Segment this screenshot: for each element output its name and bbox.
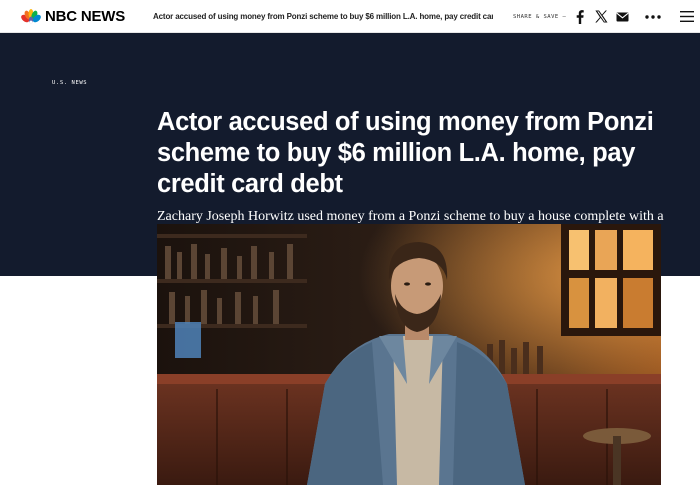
x-icon bbox=[594, 10, 607, 23]
article-headline: Actor accused of using money from Ponzi … bbox=[157, 108, 654, 198]
share-and-save-label[interactable]: SHARE & SAVE — bbox=[513, 13, 566, 21]
logo-wordmark: NBC NEWS bbox=[45, 8, 126, 25]
nbc-news-logo[interactable]: NBC NEWS bbox=[21, 8, 125, 25]
top-navigation-bar: NBC NEWS Actor accused of using money fr… bbox=[0, 0, 700, 33]
photo-illustration bbox=[157, 224, 661, 485]
lead-photo bbox=[157, 224, 661, 485]
peacock-icon bbox=[21, 9, 41, 24]
more-icon bbox=[645, 14, 661, 19]
menu-button[interactable] bbox=[679, 9, 694, 24]
nav-article-title: Actor accused of using money from Ponzi … bbox=[153, 12, 493, 21]
more-options-button[interactable] bbox=[645, 9, 661, 24]
x-share-button[interactable] bbox=[594, 9, 608, 24]
facebook-share-button[interactable] bbox=[573, 9, 587, 24]
section-kicker[interactable]: U.S. NEWS bbox=[52, 79, 87, 87]
email-share-button[interactable] bbox=[615, 9, 629, 24]
menu-icon bbox=[679, 11, 694, 22]
mail-icon bbox=[615, 12, 629, 21]
facebook-icon bbox=[576, 9, 584, 24]
